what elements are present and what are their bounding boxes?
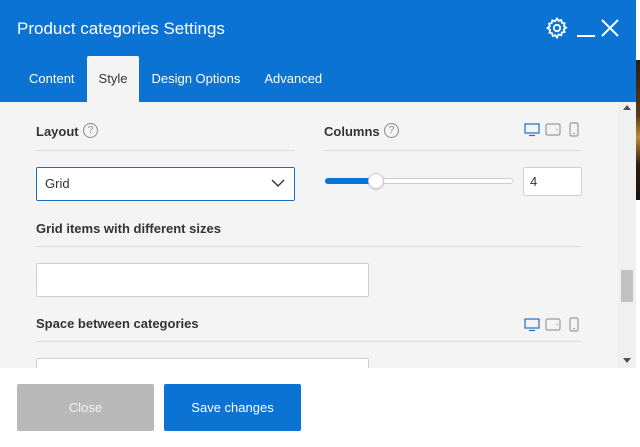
mobile-icon[interactable] <box>569 122 579 137</box>
scroll-down-arrow-icon[interactable] <box>623 358 631 363</box>
tablet-icon[interactable] <box>545 123 561 137</box>
tab-advanced[interactable]: Advanced <box>252 56 334 102</box>
gear-icon[interactable] <box>545 16 569 40</box>
grid-items-label: Grid items with different sizes <box>36 221 221 236</box>
chevron-down-icon <box>271 179 285 187</box>
modal-header: Product categories Settings Content Styl… <box>0 0 636 102</box>
divider <box>36 246 582 247</box>
minimize-icon[interactable] <box>576 16 600 40</box>
scrollbar[interactable] <box>618 102 636 368</box>
tab-design-options[interactable]: Design Options <box>139 56 252 102</box>
divider <box>324 150 582 151</box>
grid-items-input[interactable] <box>36 263 369 297</box>
close-icon[interactable] <box>598 16 622 40</box>
mobile-icon[interactable] <box>569 317 579 332</box>
space-between-input[interactable] <box>36 358 369 368</box>
save-changes-button[interactable]: Save changes <box>164 384 301 431</box>
scrollbar-thumb[interactable] <box>621 270 633 302</box>
layout-select-value: Grid <box>45 176 70 191</box>
columns-number-input[interactable]: 4 <box>523 167 582 196</box>
close-button[interactable]: Close <box>17 384 154 431</box>
divider <box>36 341 582 342</box>
settings-modal: Product categories Settings Content Styl… <box>0 0 636 447</box>
space-between-label: Space between categories <box>36 316 199 331</box>
columns-slider-handle[interactable] <box>368 173 384 189</box>
tab-bar: Content Style Design Options Advanced <box>17 56 334 102</box>
desktop-icon[interactable] <box>524 123 540 137</box>
modal-title: Product categories Settings <box>17 19 225 38</box>
scroll-up-arrow-icon[interactable] <box>623 105 631 110</box>
divider <box>36 150 295 151</box>
modal-footer: Close Save changes <box>0 368 636 447</box>
columns-label: Columns <box>324 124 380 139</box>
columns-help-icon[interactable]: ? <box>384 123 399 138</box>
layout-select[interactable]: Grid <box>36 167 295 201</box>
tablet-icon[interactable] <box>545 318 561 332</box>
desktop-icon[interactable] <box>524 318 540 332</box>
tab-style[interactable]: Style <box>86 56 140 102</box>
settings-panel: Layout ? Columns ? Grid 4 Grid items wit… <box>0 102 618 368</box>
layout-label: Layout <box>36 124 79 139</box>
tab-content[interactable]: Content <box>17 56 87 102</box>
layout-help-icon[interactable]: ? <box>83 123 98 138</box>
